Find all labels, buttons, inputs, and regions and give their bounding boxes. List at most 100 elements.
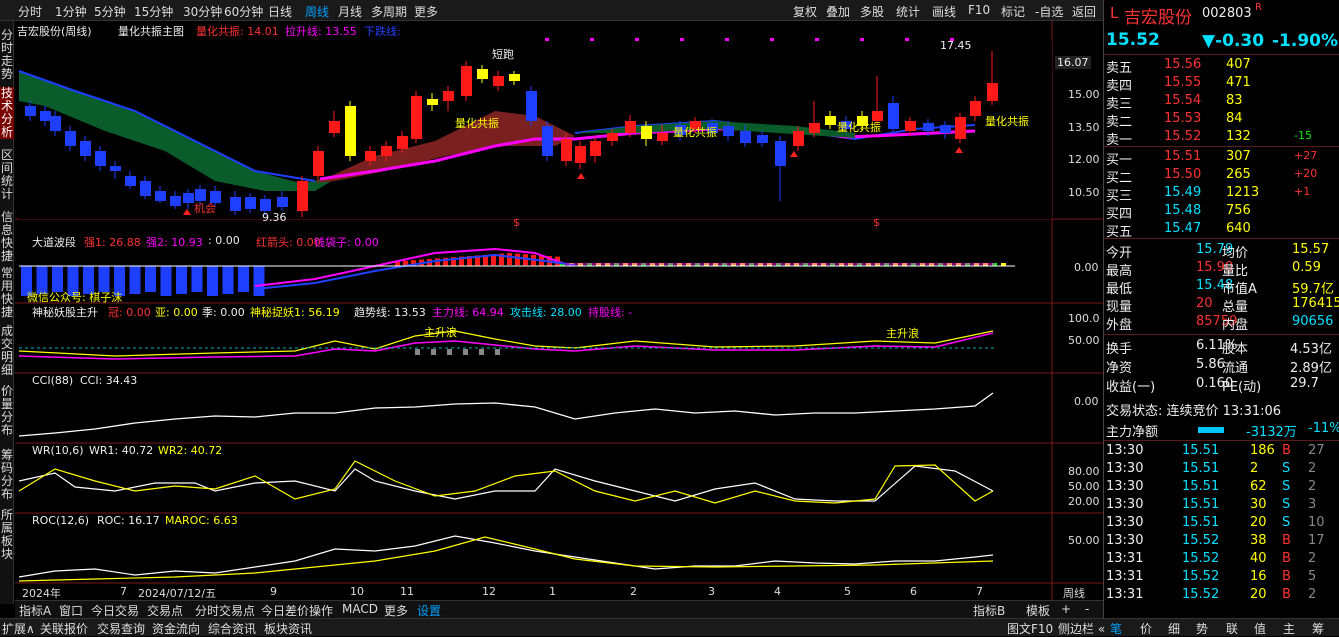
status-tab[interactable]: 综合资讯 xyxy=(208,620,256,637)
indicator-tab-right[interactable]: 模板 xyxy=(1026,602,1050,619)
stat-cell: 今开 xyxy=(1106,246,1133,261)
tick-cell: 15.51 xyxy=(1182,461,1220,476)
tick-cell: B xyxy=(1282,533,1291,548)
label-res1: 量化共振 xyxy=(455,117,499,130)
tick-cell: 2 xyxy=(1308,587,1317,602)
indicator-name[interactable]: 量化共振主图 xyxy=(118,23,184,39)
x-tick: 2024/07/12/五 xyxy=(138,587,217,600)
status-tab[interactable]: 交易查询 xyxy=(97,620,145,637)
p6-name[interactable]: ROC(12,6) xyxy=(32,514,89,527)
period-tab[interactable]: 月线 xyxy=(338,3,362,20)
tick-cell: 13:30 xyxy=(1106,443,1144,458)
period-tab[interactable]: 30分钟 xyxy=(183,3,222,20)
toolbar-button[interactable]: 返回 xyxy=(1072,3,1096,20)
p2-name[interactable]: 大道波段 xyxy=(32,234,76,250)
stat-cell: 最低 xyxy=(1106,282,1133,297)
left-tab[interactable]: 区间统计 xyxy=(0,149,14,201)
indicator-tab[interactable]: 窗口 xyxy=(59,602,83,619)
tick-cell: B xyxy=(1282,551,1291,566)
stat-cell: 市值A xyxy=(1222,282,1257,297)
tick-cell: 62 xyxy=(1250,479,1267,494)
toolbar-button[interactable]: 叠加 xyxy=(826,3,850,20)
label-run: 短跑 xyxy=(492,48,514,61)
p3-v7: 攻击线: 28.00 xyxy=(510,306,582,319)
stat-cell: 0.59 xyxy=(1292,260,1321,275)
indicator-tab[interactable]: 交易点 xyxy=(147,602,183,619)
left-tab[interactable]: 常用快捷 xyxy=(0,267,14,319)
period-tab[interactable]: 更多 xyxy=(414,3,438,20)
indicator-tab[interactable]: 今日差价操作 xyxy=(261,602,333,619)
left-tab[interactable]: 分时走势 xyxy=(0,29,14,81)
period-tab[interactable]: 多周期 xyxy=(371,3,407,20)
indicator-tab[interactable]: 分时交易点 xyxy=(195,602,255,619)
tick-cell: B xyxy=(1282,587,1291,602)
book-cell: 132 xyxy=(1226,129,1251,144)
indicator-tab[interactable]: 设置 xyxy=(417,602,441,619)
period-tab[interactable]: 1分钟 xyxy=(55,3,87,20)
left-tab[interactable]: 信息快捷 xyxy=(0,211,14,263)
stock-name: 吉宏股份 xyxy=(1124,8,1192,28)
indicator-tab-right[interactable]: 指标B xyxy=(973,602,1005,619)
side-tab[interactable]: 联 xyxy=(1226,620,1238,637)
period-tab[interactable]: 分时 xyxy=(18,3,42,20)
x-tick: 2 xyxy=(630,585,637,598)
book-cell: 471 xyxy=(1226,75,1251,90)
flow-value: -3132万 xyxy=(1246,425,1297,440)
indicator-tab-right[interactable]: + xyxy=(1061,602,1071,616)
p3-v8: 持股线: - xyxy=(588,306,633,319)
side-tab[interactable]: 筹 xyxy=(1312,620,1324,637)
p5-name[interactable]: WR(10,6) xyxy=(32,444,84,457)
toolbar-button[interactable]: 复权 xyxy=(793,3,817,20)
label-res3: 量化共振 xyxy=(837,121,881,134)
book-cell: 15.53 xyxy=(1164,111,1202,126)
toolbar-button[interactable]: 标记 xyxy=(1001,3,1025,20)
side-tab[interactable]: 侧边栏 « xyxy=(1058,620,1105,637)
period-tab[interactable]: 周线 xyxy=(305,3,329,20)
stat2-cell: 股本 xyxy=(1222,342,1249,357)
period-tab[interactable]: 5分钟 xyxy=(94,3,126,20)
label-low: 9.36 xyxy=(262,211,287,224)
tick-cell: 2 xyxy=(1308,551,1317,566)
side-tab[interactable]: 势 xyxy=(1196,620,1208,637)
toolbar-button[interactable]: 多股 xyxy=(860,3,884,20)
status-tab[interactable]: 资金流向 xyxy=(152,620,200,637)
book-cell: 买三 xyxy=(1106,189,1133,204)
wave-bar-red xyxy=(507,253,512,265)
left-tab[interactable]: 成交明细 xyxy=(0,325,14,377)
tick-cell: S xyxy=(1282,479,1291,494)
toolbar-button[interactable]: F10 xyxy=(968,3,990,17)
toolbar-button[interactable]: 统计 xyxy=(896,3,920,20)
side-tab[interactable]: 价 xyxy=(1140,620,1152,637)
toolbar-button[interactable]: 画线 xyxy=(932,3,956,20)
left-tab[interactable]: 技术分析 xyxy=(0,87,14,139)
side-tab[interactable]: 图文F10 xyxy=(1007,620,1053,637)
side-tab[interactable]: 细 xyxy=(1168,620,1180,637)
stat2-cell: 4.53亿 xyxy=(1290,342,1332,357)
stat2-cell: PE(动) xyxy=(1222,380,1262,395)
p3-name[interactable]: 神秘妖股主升 xyxy=(32,304,98,320)
period-tab[interactable]: 60分钟 xyxy=(224,3,263,20)
tick-cell: 2 xyxy=(1308,479,1317,494)
stat2-cell: 流通 xyxy=(1222,361,1249,376)
status-tab[interactable]: 扩展∧ xyxy=(2,620,35,637)
side-tab[interactable]: 值 xyxy=(1254,620,1266,637)
status-tab[interactable]: 关联报价 xyxy=(40,620,88,637)
period-tab[interactable]: 15分钟 xyxy=(134,3,173,20)
status-tab[interactable]: 板块资讯 xyxy=(264,620,312,637)
indicator-tab[interactable]: 今日交易 xyxy=(91,602,139,619)
left-tab[interactable]: 所属板块 xyxy=(0,509,14,561)
indicator-tab[interactable]: 更多 xyxy=(384,602,408,619)
side-tab[interactable]: 笔 xyxy=(1110,620,1122,637)
indicator-tab[interactable]: 指标A xyxy=(19,602,51,619)
toolbar-button[interactable]: -自选 xyxy=(1035,3,1063,20)
indicator-tab-right[interactable]: - xyxy=(1085,602,1089,616)
period-tab[interactable]: 日线 xyxy=(268,3,292,20)
tick-cell: B xyxy=(1282,443,1291,458)
p4-name[interactable]: CCI(88) xyxy=(32,374,73,387)
tick-cell: 2 xyxy=(1250,461,1259,476)
left-tab[interactable]: 价量分布 xyxy=(0,385,14,437)
side-tab[interactable]: 主 xyxy=(1283,620,1295,637)
label-chance: 机会 xyxy=(194,202,216,215)
left-tab[interactable]: 筹码分布 xyxy=(0,449,14,501)
indicator-tab[interactable]: MACD xyxy=(342,602,378,616)
